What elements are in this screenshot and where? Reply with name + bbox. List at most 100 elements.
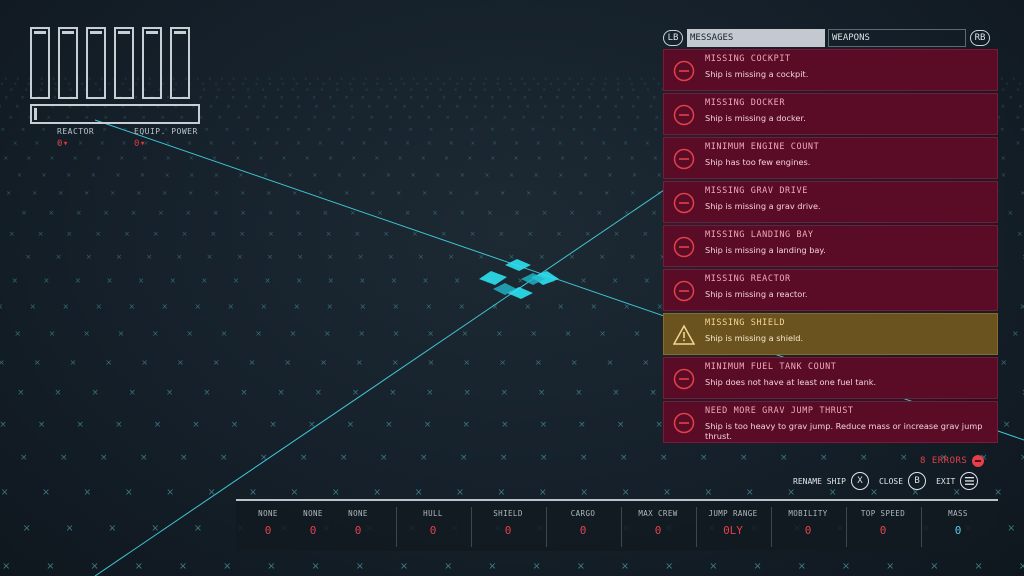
- svg-text:×: ×: [427, 115, 431, 121]
- svg-text:×: ×: [318, 189, 323, 197]
- svg-text:×: ×: [268, 230, 274, 238]
- power-bar: [86, 27, 106, 99]
- svg-text:×: ×: [427, 141, 432, 147]
- svg-text:×: ×: [46, 561, 54, 572]
- svg-text:×: ×: [21, 127, 26, 133]
- svg-text:×: ×: [636, 115, 640, 121]
- svg-text:×: ×: [21, 209, 27, 217]
- svg-text:×: ×: [386, 172, 391, 179]
- svg-text:×: ×: [231, 95, 235, 101]
- svg-text:×: ×: [380, 87, 384, 93]
- svg-text:×: ×: [288, 172, 293, 179]
- svg-text:×: ×: [501, 420, 508, 430]
- message-item[interactable]: MISSING DOCKER Ship is missing a docker.: [663, 93, 998, 135]
- svg-text:×: ×: [328, 76, 331, 81]
- svg-text:×: ×: [34, 357, 41, 367]
- svg-text:×: ×: [709, 561, 717, 572]
- svg-text:×: ×: [1020, 127, 1024, 133]
- svg-text:×: ×: [17, 388, 24, 398]
- message-item[interactable]: MISSING SHIELD Ship is missing a shield.: [663, 313, 998, 355]
- svg-text:×: ×: [389, 81, 393, 87]
- exit-action[interactable]: EXIT: [936, 472, 979, 490]
- message-item[interactable]: NEED MORE GRAV JUMP THRUST Ship is too he…: [663, 401, 998, 443]
- svg-text:×: ×: [540, 420, 547, 430]
- svg-text:×: ×: [496, 81, 500, 87]
- svg-text:×: ×: [1009, 95, 1013, 101]
- svg-text:×: ×: [356, 357, 363, 367]
- message-description: Ship is missing a reactor.: [705, 289, 808, 299]
- svg-text:×: ×: [603, 81, 607, 87]
- svg-text:×: ×: [180, 453, 188, 463]
- svg-text:×: ×: [651, 209, 657, 217]
- svg-text:×: ×: [402, 104, 406, 110]
- svg-text:×: ×: [459, 302, 466, 311]
- x-button-icon[interactable]: X: [850, 472, 869, 490]
- svg-text:×: ×: [542, 209, 548, 217]
- message-item[interactable]: MISSING REACTOR Ship is missing a reactor…: [663, 269, 998, 311]
- svg-text:×: ×: [261, 302, 268, 311]
- svg-text:×: ×: [83, 329, 90, 338]
- svg-text:×: ×: [503, 115, 507, 121]
- svg-text:×: ×: [347, 127, 352, 133]
- svg-text:×: ×: [328, 155, 333, 162]
- svg-text:×: ×: [499, 357, 506, 367]
- exit-label: EXIT: [936, 476, 956, 486]
- tab-messages[interactable]: MESSAGES: [687, 29, 825, 47]
- svg-text:×: ×: [14, 329, 21, 338]
- svg-text:×: ×: [572, 127, 577, 133]
- svg-text:×: ×: [424, 420, 431, 430]
- svg-text:×: ×: [569, 252, 575, 261]
- message-item[interactable]: MISSING GRAV DRIVE Ship is missing a grav…: [663, 181, 998, 223]
- svg-text:×: ×: [492, 141, 497, 147]
- svg-text:×: ×: [541, 115, 545, 121]
- svg-text:×: ×: [91, 561, 99, 572]
- svg-text:×: ×: [2, 561, 10, 572]
- svg-text:×: ×: [496, 329, 503, 338]
- svg-text:×: ×: [454, 87, 458, 93]
- svg-text:×: ×: [426, 388, 433, 398]
- svg-text:×: ×: [558, 172, 563, 179]
- svg-text:×: ×: [170, 276, 176, 285]
- message-item[interactable]: MINIMUM FUEL TANK COUNT Ship does not hav…: [663, 357, 998, 399]
- close-action[interactable]: CLOSE B: [879, 472, 927, 490]
- svg-text:×: ×: [393, 329, 400, 338]
- menu-icon[interactable]: [960, 472, 979, 490]
- svg-text:×: ×: [335, 87, 339, 93]
- b-button-icon[interactable]: B: [908, 472, 927, 490]
- message-item[interactable]: MINIMUM ENGINE COUNT Ship has too few eng…: [663, 137, 998, 179]
- message-item[interactable]: MISSING COCKPIT Ship is missing a cockpit…: [663, 49, 998, 91]
- svg-text:×: ×: [1001, 155, 1006, 162]
- svg-text:×: ×: [616, 87, 620, 93]
- stat-item: SHIELD 0: [478, 509, 538, 543]
- svg-text:×: ×: [531, 127, 536, 133]
- svg-text:×: ×: [332, 104, 336, 110]
- svg-text:×: ×: [408, 127, 413, 133]
- svg-text:×: ×: [368, 127, 373, 133]
- lb-button[interactable]: LB: [663, 30, 683, 46]
- svg-text:×: ×: [632, 172, 637, 179]
- svg-text:×: ×: [315, 388, 322, 398]
- svg-text:×: ×: [231, 420, 238, 430]
- power-bars: [30, 27, 200, 99]
- svg-text:×: ×: [70, 357, 77, 367]
- rb-button[interactable]: RB: [970, 30, 990, 46]
- svg-text:×: ×: [579, 115, 583, 121]
- svg-text:×: ×: [536, 141, 541, 147]
- tab-weapons[interactable]: WEAPONS: [828, 29, 966, 47]
- svg-text:×: ×: [344, 189, 349, 197]
- reactor-label: REACTOR: [57, 127, 95, 136]
- svg-text:×: ×: [327, 302, 334, 311]
- rename-ship-action[interactable]: RENAME SHIP X: [793, 472, 869, 490]
- svg-text:×: ×: [424, 76, 427, 81]
- svg-text:×: ×: [535, 357, 542, 367]
- stat-value: 0: [354, 524, 362, 537]
- svg-text:×: ×: [354, 230, 360, 238]
- svg-text:×: ×: [490, 104, 494, 110]
- message-item[interactable]: MISSING LANDING BAY Ship is missing a lan…: [663, 225, 998, 267]
- svg-text:×: ×: [560, 115, 564, 121]
- svg-text:×: ×: [514, 141, 519, 147]
- svg-text:×: ×: [140, 172, 145, 179]
- svg-text:×: ×: [49, 209, 55, 217]
- svg-text:×: ×: [297, 252, 303, 261]
- svg-text:×: ×: [612, 127, 617, 133]
